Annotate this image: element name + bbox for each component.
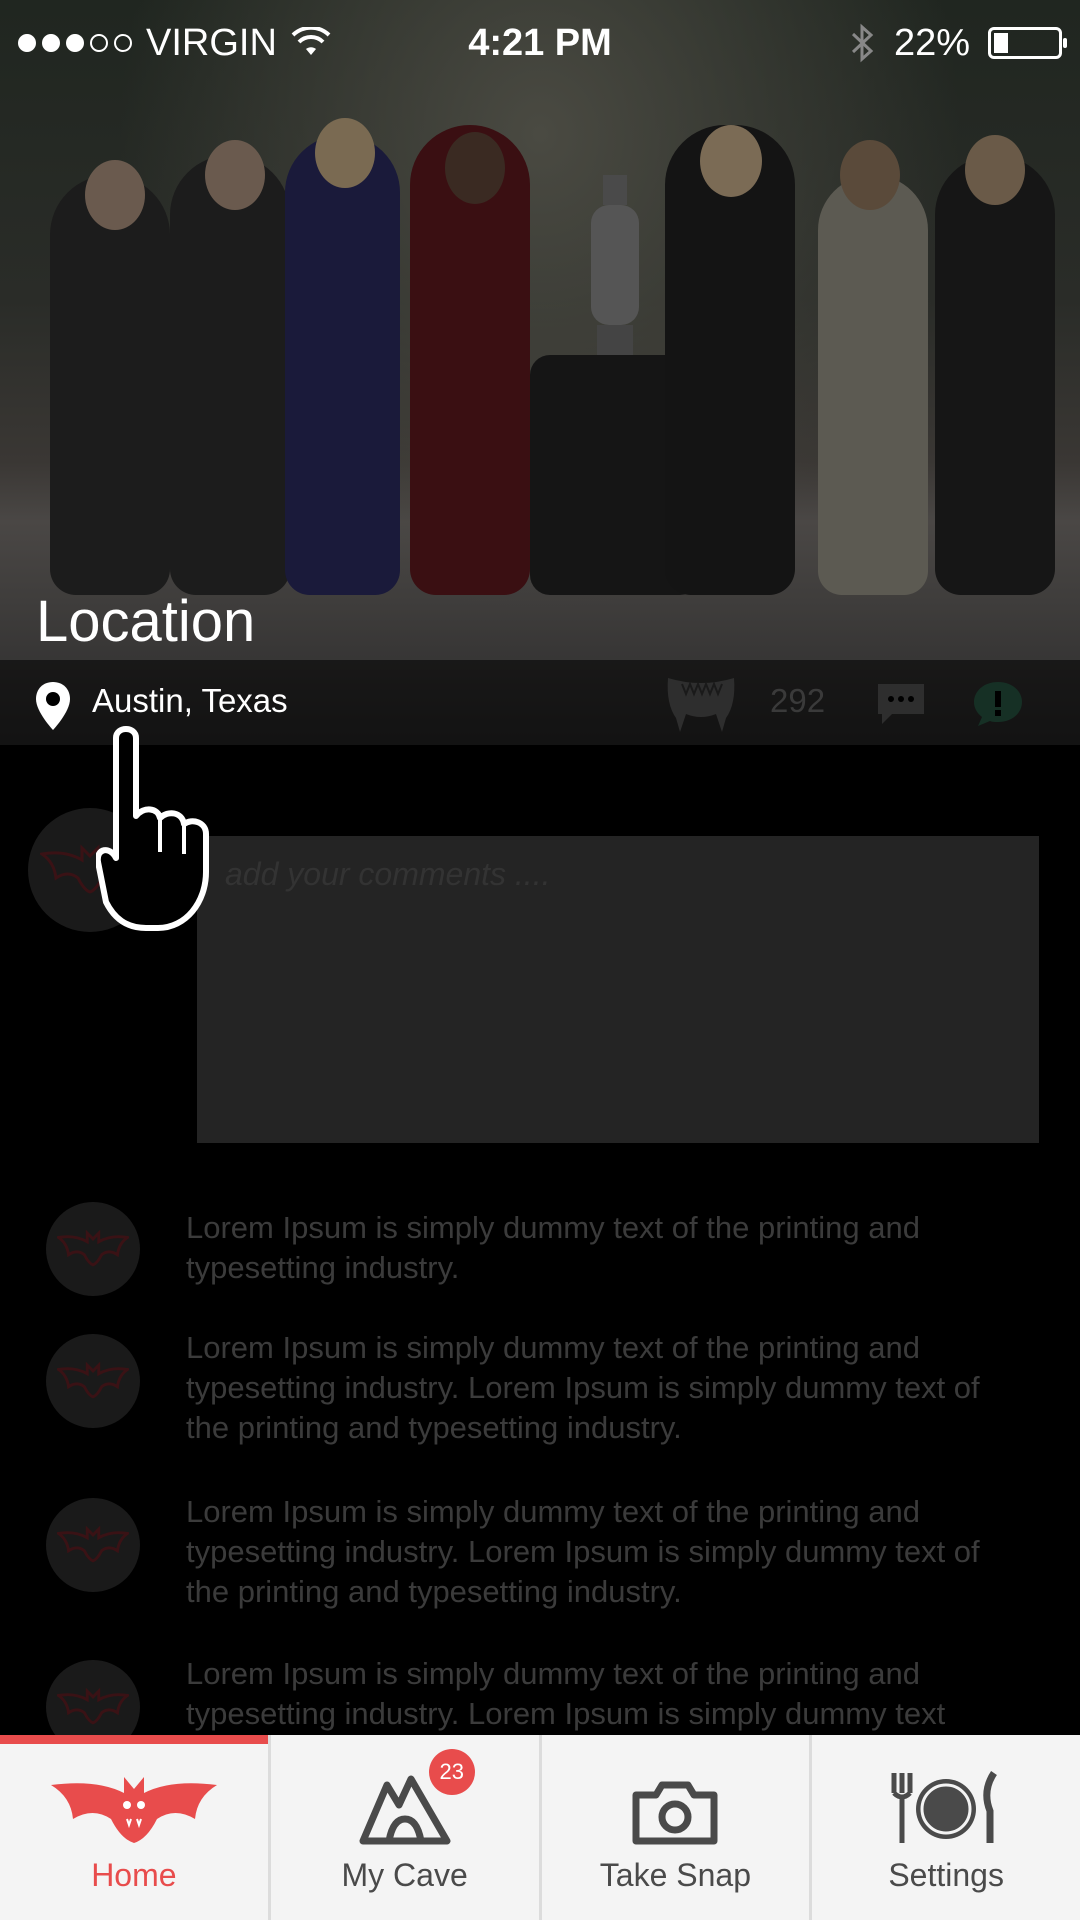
location-pin-icon xyxy=(36,682,70,730)
report-icon[interactable] xyxy=(972,680,1024,728)
comment-text: Lorem Ipsum is simply dummy text of the … xyxy=(186,1210,920,1285)
tab-label: Home xyxy=(91,1857,177,1893)
comment-text: Lorem Ipsum is simply dummy text of the … xyxy=(186,1330,980,1445)
bat-icon xyxy=(57,1230,129,1267)
bat-icon xyxy=(50,1777,217,1843)
tab-label: Settings xyxy=(888,1857,1004,1893)
camera-icon xyxy=(632,1781,718,1845)
bat-icon xyxy=(57,1362,129,1399)
tab-settings[interactable]: Settings xyxy=(812,1735,1080,1920)
person-silhouette xyxy=(818,175,928,595)
avatar xyxy=(46,1202,140,1296)
tab-home[interactable]: Home xyxy=(0,1735,271,1920)
person-head xyxy=(445,132,505,204)
avatar xyxy=(46,1334,140,1428)
tab-label: My Cave xyxy=(341,1857,468,1893)
person-silhouette xyxy=(285,135,400,595)
person-head xyxy=(840,140,900,210)
tab-bar: Home 23 My Cave Take Snap Settings xyxy=(0,1735,1080,1920)
person-silhouette xyxy=(935,155,1055,595)
person-head xyxy=(85,160,145,230)
bat-icon xyxy=(57,1526,129,1563)
tab-my-cave[interactable]: 23 My Cave xyxy=(271,1735,542,1920)
tab-label: Take Snap xyxy=(599,1857,751,1893)
notification-badge: 23 xyxy=(428,1749,475,1795)
person-head xyxy=(965,135,1025,205)
avatar xyxy=(46,1498,140,1592)
person-head xyxy=(205,140,265,210)
status-right: 22% xyxy=(850,21,1067,65)
comment-input[interactable] xyxy=(197,836,1039,1143)
chat-icon[interactable] xyxy=(876,682,926,726)
person-silhouette xyxy=(50,175,170,595)
battery-percent: 22% xyxy=(893,21,970,64)
fang-count: 292 xyxy=(770,682,826,719)
trophy-shape xyxy=(591,175,639,385)
pointing-hand-icon xyxy=(96,726,209,931)
comment-text: Lorem Ipsum is simply dummy text of the … xyxy=(186,1494,980,1609)
location-link[interactable]: Austin, Texas xyxy=(92,682,288,720)
tab-take-snap[interactable]: Take Snap xyxy=(542,1735,813,1920)
fork-plate-knife-icon xyxy=(891,1771,998,1843)
battery-icon xyxy=(988,27,1067,59)
comment-text: Lorem Ipsum is simply dummy text of the … xyxy=(186,1656,946,1731)
bluetooth-icon xyxy=(851,23,874,63)
person-head xyxy=(700,125,762,197)
person-head xyxy=(315,118,375,188)
fangs-icon[interactable] xyxy=(664,674,738,736)
status-bar: VIRGIN 4:21 PM 22% xyxy=(0,0,1080,86)
page-title: Location xyxy=(36,589,256,654)
person-silhouette xyxy=(170,155,290,595)
bat-icon xyxy=(57,1688,129,1725)
